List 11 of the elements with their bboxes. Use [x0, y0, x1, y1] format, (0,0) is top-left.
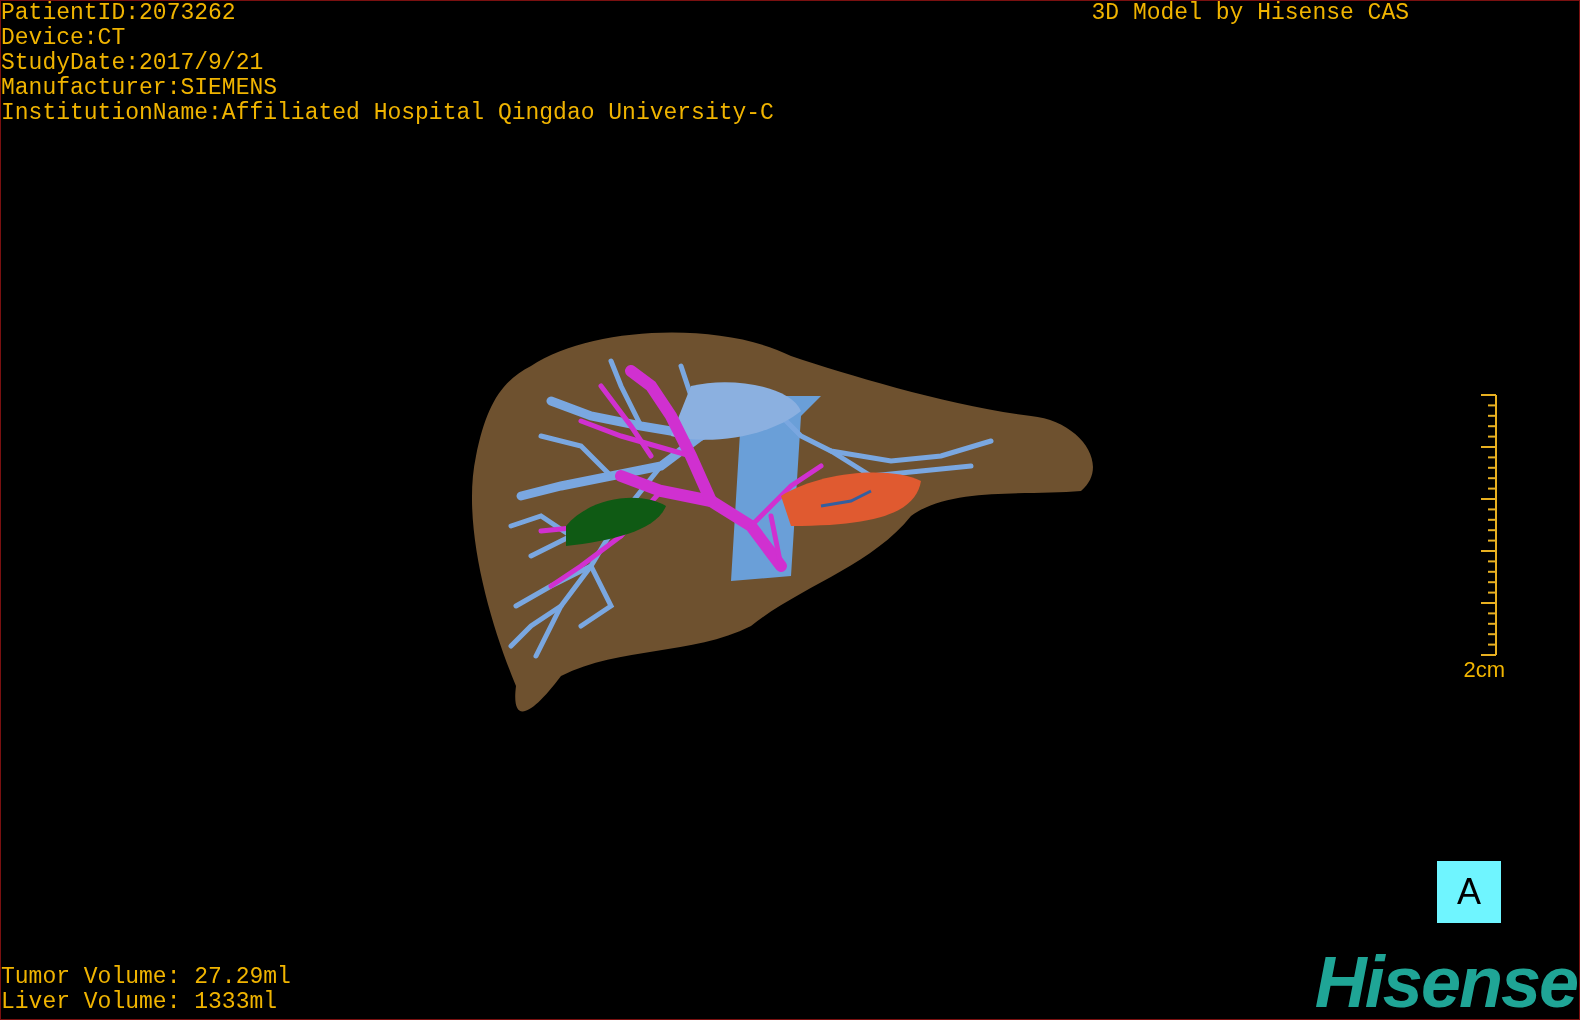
- scale-label: 2cm: [1463, 658, 1505, 682]
- model-title: 3D Model by Hisense CAS: [1091, 1, 1409, 26]
- study-info-text: PatientID:2073262: [1, 1, 237, 26]
- volume-text: Tumor Volume: 27.29ml: [1, 965, 291, 990]
- brand-logo: Hisense: [1314, 949, 1577, 1015]
- study-info-text: Device:CT: [1, 26, 127, 51]
- study-info-text: Manufacturer:SIEMENS: [1, 76, 279, 101]
- study-info-text: StudyDate:2017/9/21: [1, 51, 265, 76]
- study-info-text: InstitutionName:Affiliated Hospital Qingdao University-C: [1, 101, 774, 126]
- view-orientation-button[interactable]: A: [1437, 861, 1501, 923]
- volume-text: Liver Volume: 1333ml: [1, 990, 279, 1015]
